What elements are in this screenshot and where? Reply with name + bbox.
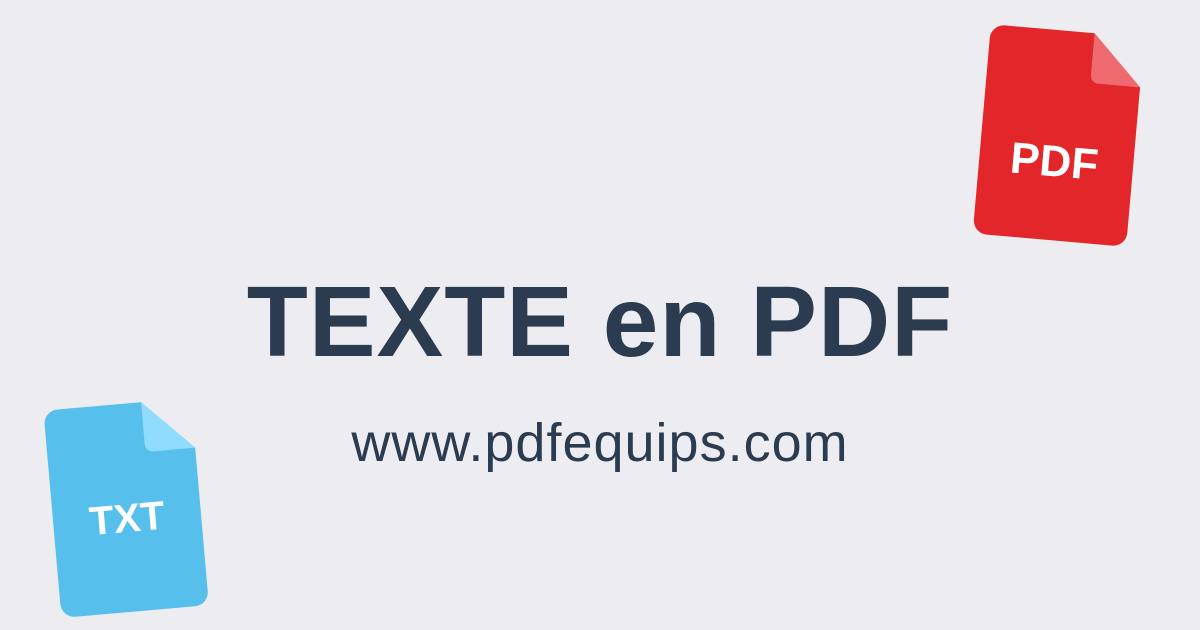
pdf-file-body — [973, 25, 1141, 246]
pdf-file-icon: PDF — [973, 25, 1141, 246]
txt-file-label: TXT — [88, 494, 167, 544]
page-title: TEXTE en PDF — [246, 266, 954, 378]
pdf-file-label: PDF — [1008, 133, 1100, 189]
pdf-file-fold — [1090, 33, 1141, 88]
txt-file-icon: TXT — [44, 402, 208, 617]
txt-file-fold — [141, 402, 196, 452]
